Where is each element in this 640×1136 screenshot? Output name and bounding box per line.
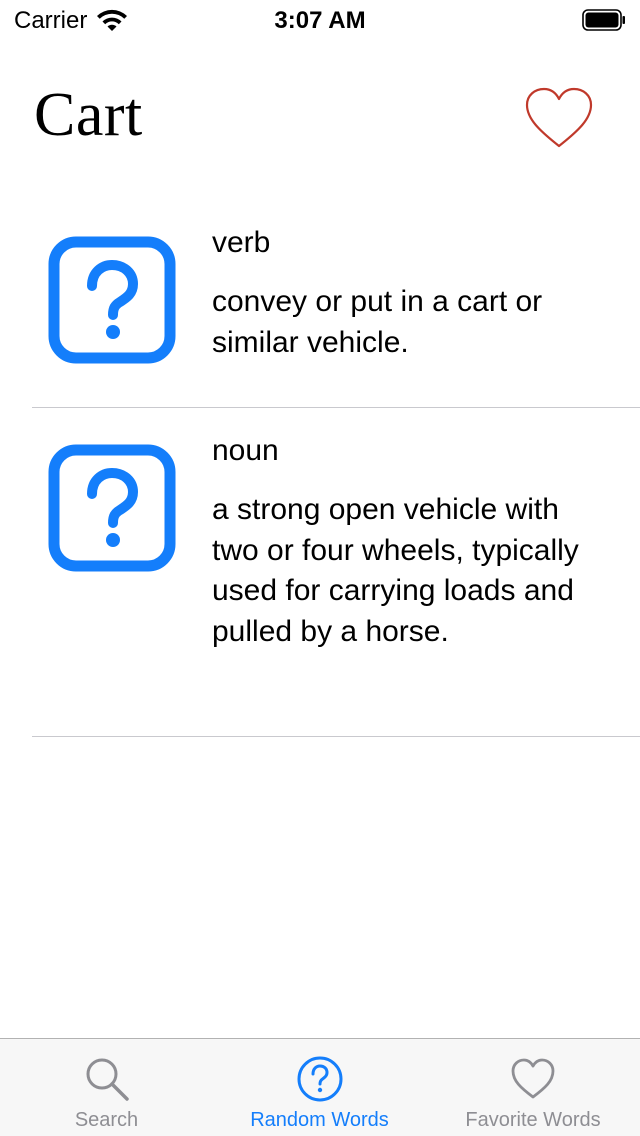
tab-search[interactable]: Search xyxy=(0,1039,213,1136)
question-square-icon xyxy=(48,236,176,364)
tab-random-words[interactable]: Random Words xyxy=(213,1039,426,1136)
definition-meaning: convey or put in a cart or similar vehic… xyxy=(212,285,543,359)
tab-bar: Search Random Words Favorite Words xyxy=(0,1038,640,1136)
question-square-icon xyxy=(48,444,176,572)
tab-label: Search xyxy=(74,1109,139,1131)
status-bar: Carrier 3:07 AM xyxy=(0,0,640,40)
favorite-heart-icon[interactable] xyxy=(524,86,594,152)
tab-favorite-words[interactable]: Favorite Words xyxy=(426,1039,640,1136)
tab-label: Favorite Words xyxy=(465,1109,601,1131)
status-time: 3:07 AM xyxy=(274,7,366,34)
definition-meaning: a strong open vehicle with two or four w… xyxy=(212,493,579,648)
question-circle-icon xyxy=(297,1056,342,1102)
search-icon xyxy=(86,1058,129,1101)
tab-label: Random Words xyxy=(250,1109,389,1131)
battery-icon xyxy=(582,9,625,31)
word-title: Cart xyxy=(34,81,143,149)
heart-icon xyxy=(511,1058,555,1099)
definition-row: noun a strong open vehicle with two or f… xyxy=(32,408,640,737)
word-detail-screen: Carrier 3:07 AM Cart verb convey or put … xyxy=(0,0,640,1136)
definition-text: verb convey or put in a cart or similar … xyxy=(212,224,612,363)
part-of-speech: noun xyxy=(212,434,279,467)
definition-text: noun a strong open vehicle with two or f… xyxy=(212,432,612,652)
part-of-speech: verb xyxy=(212,226,271,259)
definitions-list: verb convey or put in a cart or similar … xyxy=(0,200,640,737)
definition-row: verb convey or put in a cart or similar … xyxy=(32,200,640,408)
